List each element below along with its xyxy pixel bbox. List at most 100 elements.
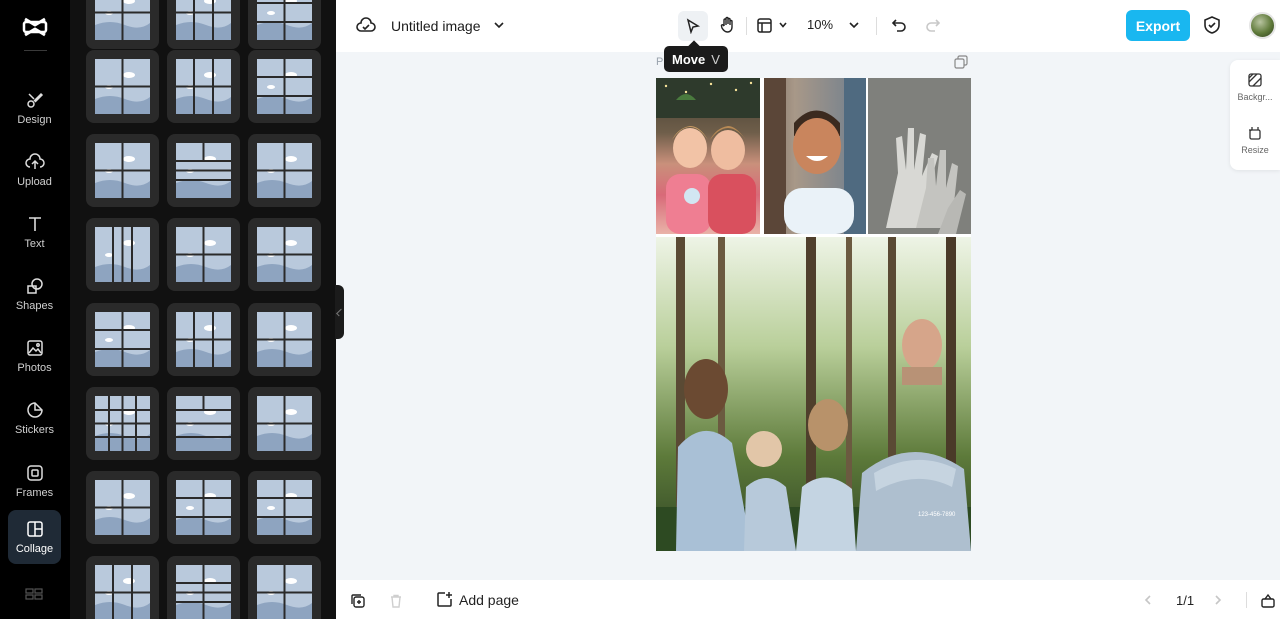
- collage-template-tile[interactable]: [167, 387, 240, 460]
- collage-template-tile[interactable]: [248, 303, 321, 376]
- collage-template-tile[interactable]: [86, 387, 159, 460]
- collage-template-tile[interactable]: [167, 471, 240, 544]
- photo-boy-image: [764, 78, 866, 234]
- photo-girls-image: [656, 78, 760, 234]
- chevron-down-icon[interactable]: [778, 20, 788, 30]
- collage-template-tile[interactable]: [86, 50, 159, 123]
- collage-template-thumbnail: [95, 565, 150, 619]
- collage-template-thumbnail: [257, 0, 312, 40]
- layout-icon[interactable]: [756, 17, 773, 34]
- photo-hands-image: [868, 78, 971, 234]
- collage-template-thumbnail: [257, 227, 312, 282]
- collage-template-thumbnail: [257, 59, 312, 114]
- collage-photo-hands[interactable]: [868, 78, 971, 234]
- collage-template-tile[interactable]: [167, 218, 240, 291]
- app-window: Design Upload Text Shapes Photos Sticker…: [0, 0, 1280, 619]
- nav-item-text[interactable]: Text: [8, 206, 61, 258]
- collage-template-tile[interactable]: [248, 387, 321, 460]
- zoom-level[interactable]: 10%: [807, 17, 833, 32]
- duplicate-page-icon[interactable]: [954, 55, 968, 69]
- move-tool-button[interactable]: [678, 11, 708, 41]
- collage-template-panel: [70, 0, 336, 619]
- collage-template-tile[interactable]: [248, 50, 321, 123]
- tooltip-shortcut: V: [711, 51, 720, 67]
- collage-template-thumbnail: [176, 396, 231, 451]
- nav-item-design[interactable]: Design: [8, 82, 61, 134]
- nav-item-label: Stickers: [14, 424, 55, 436]
- nav-item-shapes[interactable]: Shapes: [8, 268, 61, 320]
- collage-template-tile[interactable]: [248, 0, 321, 49]
- collage-template-tile[interactable]: [248, 471, 321, 544]
- redo-icon[interactable]: [924, 16, 942, 34]
- collage-template-tile[interactable]: [86, 556, 159, 619]
- nav-item-collage[interactable]: Collage: [8, 510, 61, 564]
- photo-family-image: [656, 237, 971, 551]
- next-page-icon[interactable]: [1212, 594, 1224, 606]
- collage-template-tile[interactable]: [86, 134, 159, 207]
- nav-item-photos[interactable]: Photos: [8, 330, 61, 382]
- collage-template-thumbnail: [257, 396, 312, 451]
- cloud-sync-icon[interactable]: [356, 16, 376, 36]
- collage-template-tile[interactable]: [86, 0, 159, 49]
- duplicate-icon[interactable]: [350, 593, 366, 609]
- capcut-logo-icon[interactable]: [21, 13, 49, 41]
- right-tool-panel: Backgr... Resize: [1230, 60, 1280, 170]
- nav-item-upload[interactable]: Upload: [8, 144, 61, 196]
- export-button[interactable]: Export: [1126, 10, 1190, 41]
- design-icon: [26, 92, 43, 108]
- collage-template-tile[interactable]: [167, 50, 240, 123]
- resize-button[interactable]: Resize: [1230, 125, 1280, 155]
- collage-icon: [26, 521, 43, 537]
- nav-item-label: Shapes: [15, 300, 54, 312]
- more-apps-icon[interactable]: [25, 588, 43, 600]
- nav-item-label: Design: [17, 114, 52, 126]
- collage-template-thumbnail: [257, 312, 312, 367]
- background-label: Backgr...: [1237, 92, 1273, 102]
- document-title[interactable]: Untitled image: [391, 18, 481, 34]
- collage-template-tile[interactable]: [86, 471, 159, 544]
- text-icon: [28, 217, 41, 231]
- background-button[interactable]: Backgr...: [1230, 72, 1280, 102]
- hand-tool-icon[interactable]: [719, 16, 737, 34]
- collage-photo-family[interactable]: 123-456-7890: [656, 237, 971, 551]
- collage-page[interactable]: 123-456-7890: [656, 78, 971, 551]
- resize-label: Resize: [1241, 145, 1269, 155]
- collage-template-tile[interactable]: [86, 303, 159, 376]
- collage-template-thumbnail: [95, 396, 150, 451]
- background-pattern-icon: [1248, 73, 1262, 87]
- collage-template-thumbnail: [95, 227, 150, 282]
- nav-item-frames[interactable]: Frames: [8, 455, 61, 507]
- trash-icon[interactable]: [388, 593, 404, 609]
- chevron-down-icon[interactable]: [848, 19, 860, 31]
- collage-template-tile[interactable]: [248, 218, 321, 291]
- collage-template-tile[interactable]: [167, 0, 240, 49]
- undo-icon[interactable]: [890, 16, 908, 34]
- page-manager-icon[interactable]: [1260, 593, 1276, 609]
- collage-template-tile[interactable]: [248, 556, 321, 619]
- collage-template-thumbnail: [176, 59, 231, 114]
- nav-item-stickers[interactable]: Stickers: [8, 392, 61, 444]
- resize-icon: [1249, 127, 1261, 140]
- collage-template-tile[interactable]: [248, 134, 321, 207]
- collage-template-tile[interactable]: [167, 134, 240, 207]
- previous-page-icon[interactable]: [1142, 594, 1154, 606]
- nav-divider: [24, 50, 47, 51]
- collage-photo-girls[interactable]: [656, 78, 760, 234]
- nav-item-label: Photos: [17, 362, 52, 374]
- collage-template-thumbnail: [176, 0, 231, 40]
- collage-template-tile[interactable]: [167, 303, 240, 376]
- chevron-down-icon[interactable]: [493, 19, 505, 31]
- panel-collapse-handle[interactable]: [335, 285, 344, 339]
- collage-template-thumbnail: [257, 143, 312, 198]
- collage-template-tile[interactable]: [86, 218, 159, 291]
- add-page-button[interactable]: Add page: [436, 591, 519, 608]
- add-page-label: Add page: [459, 591, 519, 608]
- shapes-icon: [26, 278, 43, 294]
- shield-check-icon[interactable]: [1202, 15, 1222, 35]
- collage-photo-boy[interactable]: [764, 78, 866, 234]
- collage-template-tile[interactable]: [167, 556, 240, 619]
- nav-item-label: Text: [24, 238, 45, 250]
- avatar[interactable]: [1249, 12, 1276, 39]
- left-nav: Design Upload Text Shapes Photos Sticker…: [0, 0, 70, 619]
- page-label: P: [656, 56, 664, 68]
